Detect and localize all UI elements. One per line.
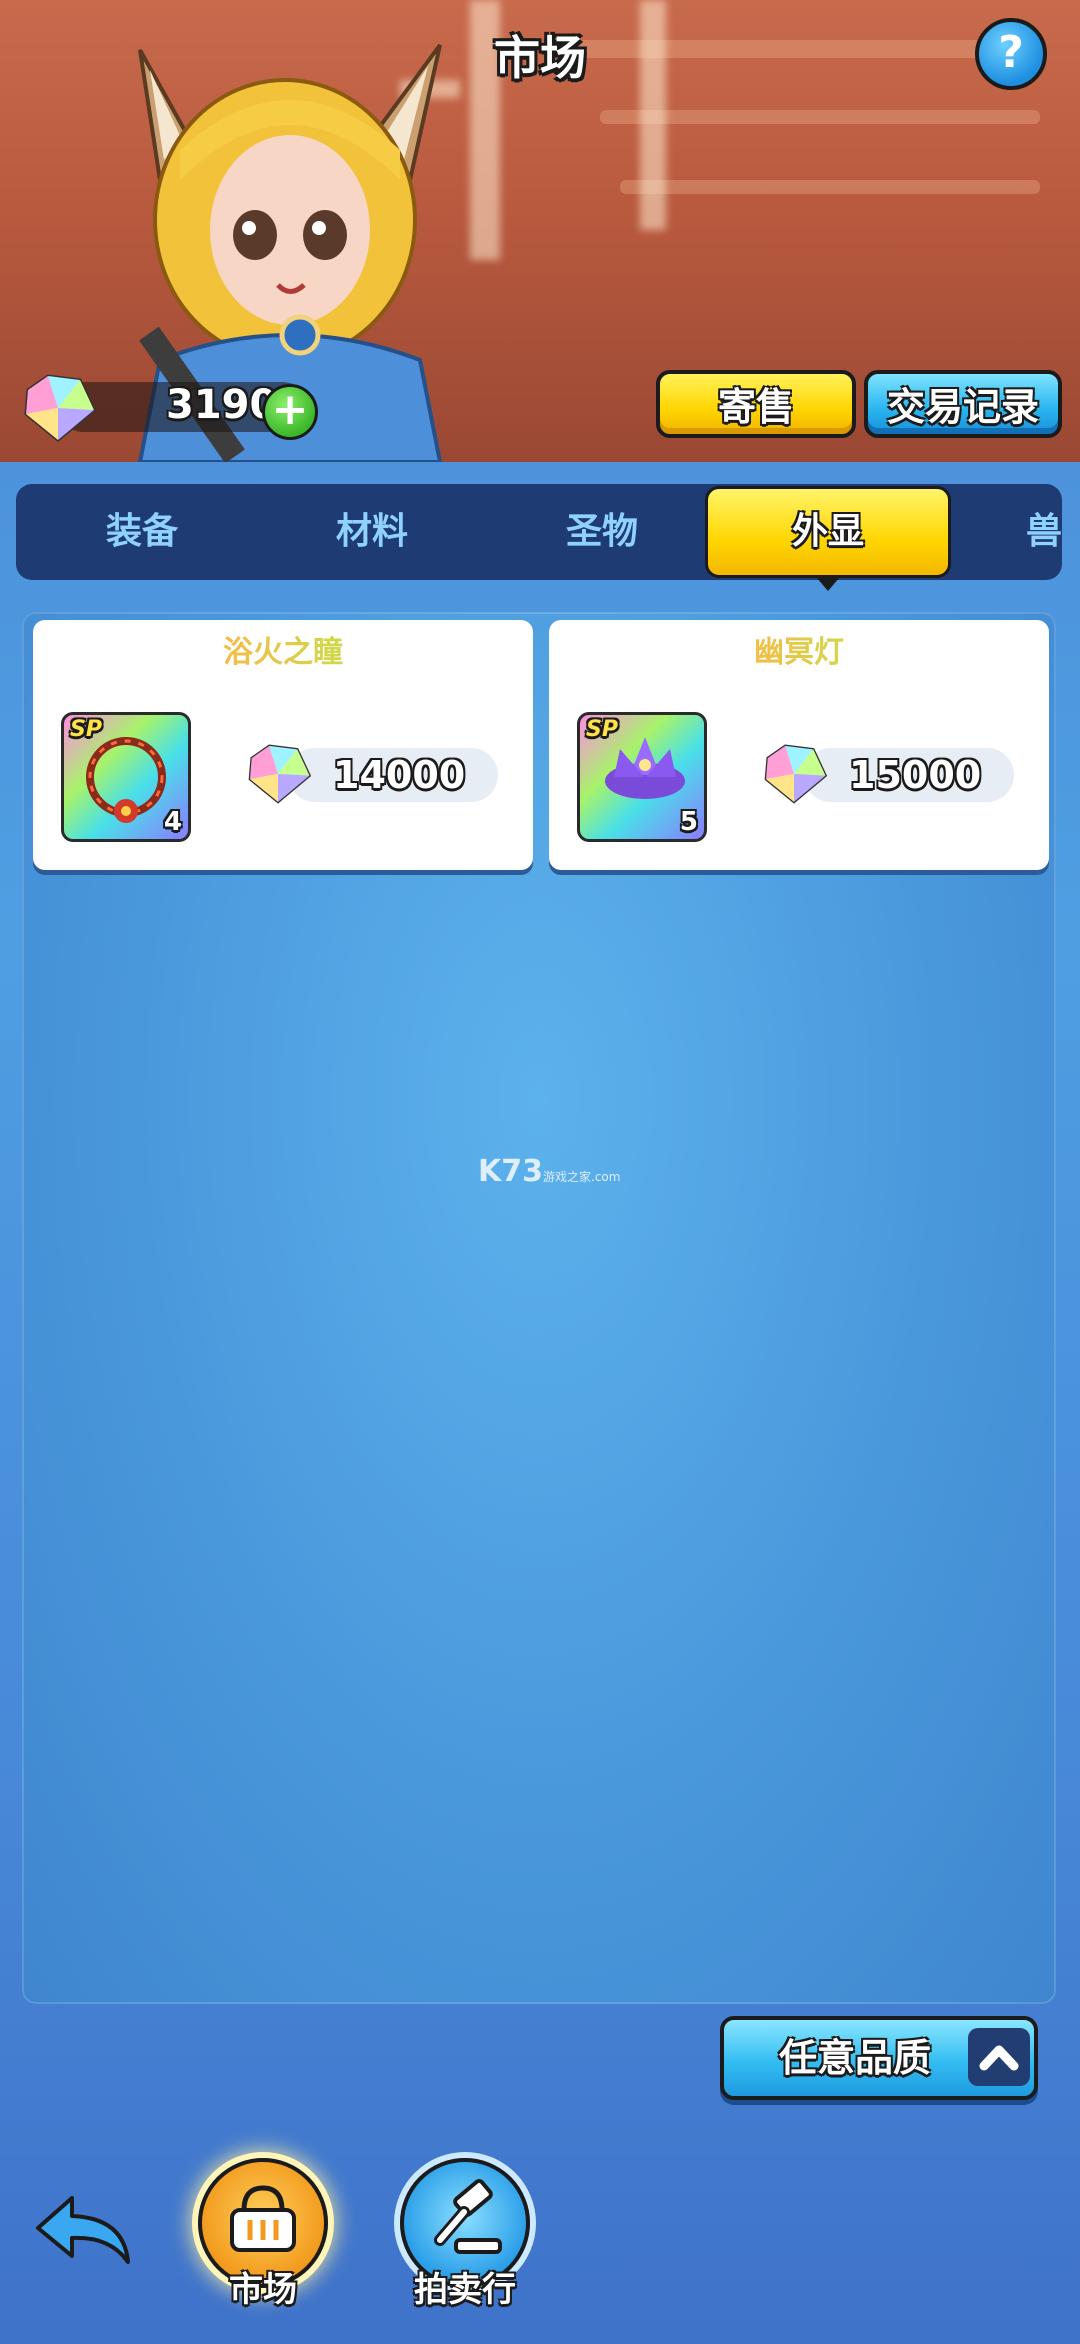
- watermark-sub: 游戏之家: [543, 1170, 592, 1184]
- help-button[interactable]: ?: [975, 18, 1047, 90]
- chevron-up-icon: [968, 2028, 1030, 2086]
- listing-card[interactable]: 幽冥灯 SP 5 15000: [549, 620, 1049, 870]
- sp-badge: SP: [586, 717, 618, 742]
- tab-beasts[interactable]: 兽: [1026, 484, 1062, 580]
- currency-value: 3190: [166, 382, 278, 428]
- watermark: K73游戏之家.com: [478, 1154, 620, 1189]
- tab-appearance[interactable]: 外显: [705, 486, 951, 591]
- tab-materials[interactable]: 材料: [262, 484, 482, 580]
- diamond-gem-icon: [248, 744, 312, 804]
- item-name: 幽冥灯: [549, 620, 1049, 686]
- diamond-gem-icon: [24, 374, 96, 442]
- page-title: 市场: [494, 31, 586, 85]
- item-level: 5: [679, 807, 698, 837]
- nav-auction-label: 拍卖行: [414, 2270, 516, 2310]
- listing-card[interactable]: 浴火之瞳 SP 4 14000: [33, 620, 533, 870]
- item-name: 浴火之瞳: [33, 620, 533, 686]
- quality-filter-button[interactable]: 任意品质: [720, 2016, 1038, 2100]
- consign-sell-button[interactable]: 寄售: [656, 370, 856, 438]
- tab-relics[interactable]: 圣物: [492, 484, 712, 580]
- back-arrow-icon[interactable]: [32, 2190, 136, 2270]
- watermark-domain: .com: [591, 1170, 621, 1184]
- diamond-gem-icon: [764, 744, 828, 804]
- watermark-main: K73: [478, 1154, 543, 1189]
- item-icon: SP 4: [61, 712, 191, 842]
- quality-filter-label: 任意品质: [779, 2036, 932, 2080]
- item-price: 15000: [849, 753, 982, 797]
- nav-market-label: 市场: [229, 2270, 297, 2310]
- item-level: 4: [163, 807, 182, 837]
- add-currency-button[interactable]: +: [262, 384, 318, 440]
- item-price: 14000: [333, 753, 466, 797]
- plus-icon: +: [271, 384, 309, 435]
- trade-records-button[interactable]: 交易记录: [864, 370, 1062, 438]
- tab-equipment[interactable]: 装备: [32, 484, 252, 580]
- question-icon: ?: [998, 27, 1024, 78]
- sp-badge: SP: [70, 717, 102, 742]
- item-icon: SP 5: [577, 712, 707, 842]
